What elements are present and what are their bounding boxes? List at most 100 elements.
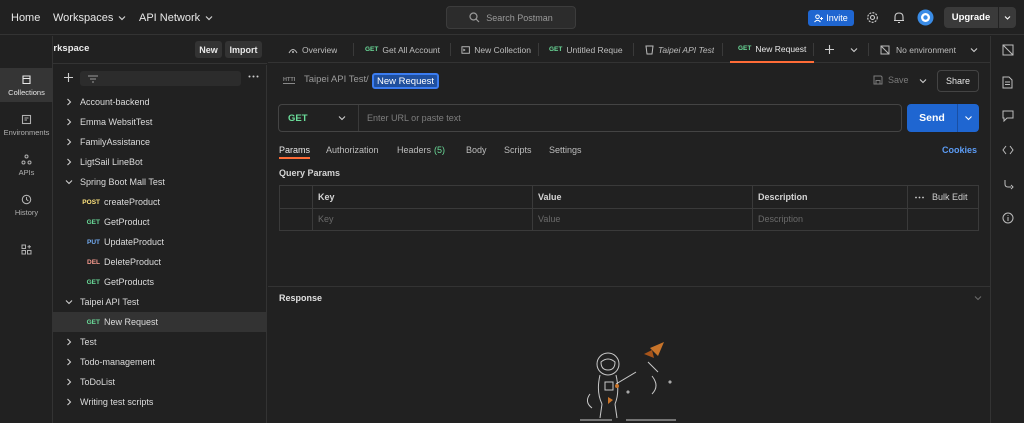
- collection-folder[interactable]: FamilyAssistance: [53, 132, 267, 152]
- rail-collections[interactable]: Collections: [0, 68, 53, 102]
- breadcrumb-separator: /: [366, 74, 369, 85]
- send-button[interactable]: Send: [907, 104, 979, 132]
- comments-icon[interactable]: [1002, 110, 1014, 122]
- tab-params[interactable]: Params: [279, 145, 311, 159]
- tab-headers[interactable]: Headers (5): [397, 145, 445, 159]
- request-item[interactable]: DEL DeleteProduct: [53, 252, 267, 272]
- apis-icon: [21, 154, 32, 164]
- tree-item-label: Test: [80, 337, 97, 347]
- upgrade-button[interactable]: Upgrade: [944, 7, 1016, 28]
- tab-scripts[interactable]: Scripts: [504, 145, 532, 159]
- collection-folder[interactable]: ToDoList: [53, 372, 267, 392]
- request-item[interactable]: POST createProduct: [53, 192, 267, 212]
- request-item[interactable]: GET GetProduct: [53, 212, 267, 232]
- documentation-icon[interactable]: [1002, 76, 1013, 89]
- collection-folder[interactable]: LigtSail LineBot: [53, 152, 267, 172]
- code-icon[interactable]: [1002, 144, 1014, 156]
- collection-folder[interactable]: Writing test scripts: [53, 392, 267, 412]
- bulk-edit-button[interactable]: Bulk Edit: [915, 192, 968, 202]
- tab-body[interactable]: Body: [466, 145, 487, 159]
- filter-icon: [88, 75, 98, 82]
- nav-api-network[interactable]: API Network: [139, 0, 213, 35]
- http-method-badge: GET: [86, 278, 100, 286]
- save-options-chevron-icon[interactable]: [919, 77, 927, 85]
- tab-settings[interactable]: Settings: [549, 145, 582, 159]
- share-button[interactable]: Share: [937, 70, 979, 92]
- param-value-input[interactable]: Value: [538, 214, 560, 224]
- tree-item-label: LigtSail LineBot: [80, 157, 143, 167]
- import-button[interactable]: Import: [225, 41, 262, 58]
- chevron-right-icon[interactable]: [65, 138, 73, 146]
- related-collections-icon[interactable]: [1002, 178, 1014, 190]
- search-icon: [469, 12, 480, 23]
- tab-untitled-request[interactable]: GET Untitled Reques: [549, 36, 623, 63]
- request-item[interactable]: GET GetProducts: [53, 272, 267, 292]
- tree-item-label: Taipei API Test: [80, 297, 139, 307]
- chevron-right-icon[interactable]: [65, 158, 73, 166]
- collection-folder[interactable]: Taipei API Test: [53, 292, 267, 312]
- request-name-input[interactable]: New Request: [372, 73, 440, 89]
- new-button[interactable]: New: [195, 41, 222, 58]
- tree-item-label: UpdateProduct: [104, 237, 165, 247]
- filter-input[interactable]: [80, 71, 241, 86]
- environments-icon: [21, 114, 32, 124]
- chevron-down-icon: [205, 15, 213, 20]
- chevron-right-icon[interactable]: [65, 118, 73, 126]
- new-tab-plus-icon[interactable]: [824, 44, 835, 55]
- tabs-overflow-chevron-icon[interactable]: [850, 46, 858, 54]
- nav-home[interactable]: Home: [11, 0, 40, 35]
- collapse-chevron-icon[interactable]: [974, 294, 982, 302]
- environment-selector[interactable]: No environment: [880, 36, 956, 63]
- chevron-right-icon[interactable]: [65, 98, 73, 106]
- chevron-down-icon[interactable]: [970, 46, 978, 54]
- collection-folder[interactable]: Account-backend: [53, 92, 267, 112]
- breadcrumb-parent[interactable]: Taipei API Test: [304, 74, 366, 85]
- chevron-right-icon[interactable]: [65, 398, 73, 406]
- request-item[interactable]: GET New Request: [53, 312, 267, 332]
- add-collection-icon[interactable]: [63, 72, 74, 83]
- param-key-input[interactable]: Key: [318, 214, 334, 224]
- rail-add-workbench[interactable]: [0, 232, 53, 266]
- environment-quick-look-icon[interactable]: [1002, 44, 1014, 56]
- collection-icon: [645, 45, 654, 54]
- column-header-key: Key: [318, 192, 335, 202]
- overview-icon: [288, 48, 298, 53]
- rail-apis[interactable]: APIs: [0, 148, 53, 182]
- search-input[interactable]: Search Postman: [446, 6, 576, 29]
- chevron-down-icon[interactable]: [65, 298, 73, 306]
- info-icon[interactable]: [1002, 212, 1014, 224]
- response-pane: Response: [268, 286, 990, 423]
- chevron-right-icon[interactable]: [65, 358, 73, 366]
- tree-item-label: Emma WebsitTest: [80, 117, 153, 127]
- chevron-right-icon[interactable]: [65, 378, 73, 386]
- tab-overview[interactable]: Overview: [288, 36, 337, 63]
- param-description-input[interactable]: Description: [758, 214, 803, 224]
- more-options-icon: [915, 196, 924, 198]
- invite-button[interactable]: Invite: [808, 10, 854, 26]
- collection-folder[interactable]: Test: [53, 332, 267, 352]
- tab-authorization[interactable]: Authorization: [326, 145, 379, 159]
- settings-gear-icon[interactable]: [866, 11, 879, 24]
- tab-get-all-account[interactable]: GET Get All Account: [365, 36, 443, 63]
- url-input[interactable]: Enter URL or paste text: [359, 105, 901, 131]
- cookies-link[interactable]: Cookies: [942, 145, 977, 159]
- rail-history[interactable]: History: [0, 188, 53, 222]
- save-button[interactable]: Save: [873, 75, 909, 85]
- collection-folder[interactable]: Todo-management: [53, 352, 267, 372]
- tab-new-collection[interactable]: New Collection: [461, 36, 531, 63]
- method-selector[interactable]: GET: [279, 105, 359, 131]
- nav-workspaces[interactable]: Workspaces: [53, 0, 126, 35]
- request-item[interactable]: PUT UpdateProduct: [53, 232, 267, 252]
- tab-new-request[interactable]: GET New Request: [730, 36, 815, 63]
- avatar[interactable]: [917, 9, 934, 26]
- collection-folder[interactable]: Spring Boot Mall Test: [53, 172, 267, 192]
- notification-bell-icon[interactable]: [893, 11, 905, 24]
- chevron-down-icon[interactable]: [65, 178, 73, 186]
- chevron-right-icon[interactable]: [65, 338, 73, 346]
- tree-item-label: New Request: [104, 317, 159, 327]
- collection-folder[interactable]: Emma WebsitTest: [53, 112, 267, 132]
- rail-environments[interactable]: Environments: [0, 108, 53, 142]
- tab-taipei-api-test[interactable]: Taipei API Test: [645, 36, 714, 63]
- more-options-icon[interactable]: [248, 74, 259, 79]
- tree-item-label: Account-backend: [80, 97, 150, 107]
